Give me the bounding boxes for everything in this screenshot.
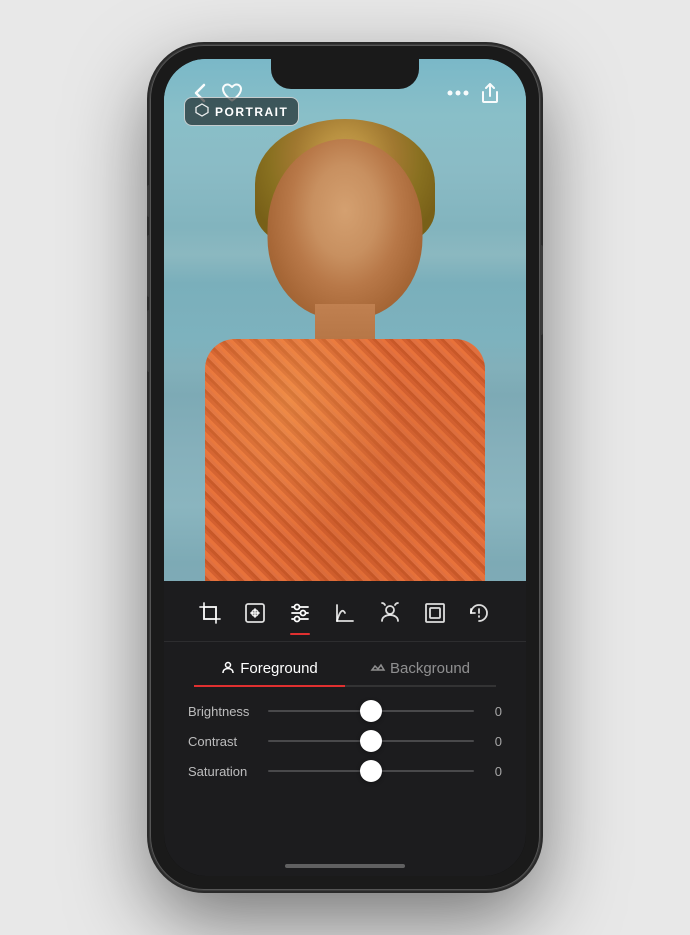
- brightness-label: Brightness: [188, 704, 268, 719]
- saturation-track: [268, 770, 474, 772]
- more-button[interactable]: [442, 77, 474, 109]
- portrait-badge[interactable]: PORTRAIT: [184, 97, 299, 126]
- portrait-badge-label: PORTRAIT: [215, 105, 288, 119]
- mute-button[interactable]: [147, 185, 150, 217]
- background-tab[interactable]: Background: [345, 652, 496, 687]
- volume-down-button[interactable]: [147, 310, 150, 372]
- volume-up-button[interactable]: [147, 235, 150, 297]
- saturation-slider[interactable]: [268, 761, 474, 781]
- shirt-pattern: [205, 339, 485, 619]
- portrait-tool-button[interactable]: [370, 593, 410, 633]
- crop-tool-button[interactable]: [190, 593, 230, 633]
- background-icon: [371, 660, 385, 677]
- contrast-value: 0: [482, 734, 502, 749]
- adjust-tool-button[interactable]: [280, 593, 320, 633]
- contrast-thumb[interactable]: [360, 730, 382, 752]
- background-tab-label: Background: [390, 660, 470, 677]
- power-button[interactable]: [540, 245, 543, 335]
- toolbar: [164, 581, 526, 642]
- brightness-track: [268, 710, 474, 712]
- foreground-tab-label: Foreground: [240, 660, 318, 677]
- brightness-row: Brightness 0: [188, 701, 502, 721]
- face: [268, 139, 423, 319]
- saturation-value: 0: [482, 764, 502, 779]
- brightness-value: 0: [482, 704, 502, 719]
- contrast-row: Contrast 0: [188, 731, 502, 751]
- bottom-panel: Foreground Background Brightness: [164, 581, 526, 876]
- curves-tool-button[interactable]: [325, 593, 365, 633]
- saturation-label: Saturation: [188, 764, 268, 779]
- portrait-badge-icon: [195, 103, 209, 120]
- enhance-tool-button[interactable]: [235, 593, 275, 633]
- brightness-slider[interactable]: [268, 701, 474, 721]
- phone-frame: PORTRAIT: [150, 45, 540, 890]
- photo-area: PORTRAIT: [164, 59, 526, 619]
- contrast-slider[interactable]: [268, 731, 474, 751]
- contrast-track: [268, 740, 474, 742]
- foreground-icon: [221, 660, 235, 677]
- saturation-row: Saturation 0: [188, 761, 502, 781]
- fg-bg-tabs: Foreground Background: [164, 642, 526, 695]
- person-silhouette: [205, 79, 485, 619]
- phone-screen: PORTRAIT: [164, 59, 526, 876]
- contrast-label: Contrast: [188, 734, 268, 749]
- home-indicator: [285, 864, 405, 868]
- share-button[interactable]: [474, 77, 506, 109]
- saturation-thumb[interactable]: [360, 760, 382, 782]
- brightness-thumb[interactable]: [360, 700, 382, 722]
- foreground-tab[interactable]: Foreground: [194, 652, 345, 687]
- frame-tool-button[interactable]: [415, 593, 455, 633]
- notch: [271, 59, 419, 89]
- sliders-area: Brightness 0 Contrast: [164, 695, 526, 797]
- revert-tool-button[interactable]: [459, 593, 499, 633]
